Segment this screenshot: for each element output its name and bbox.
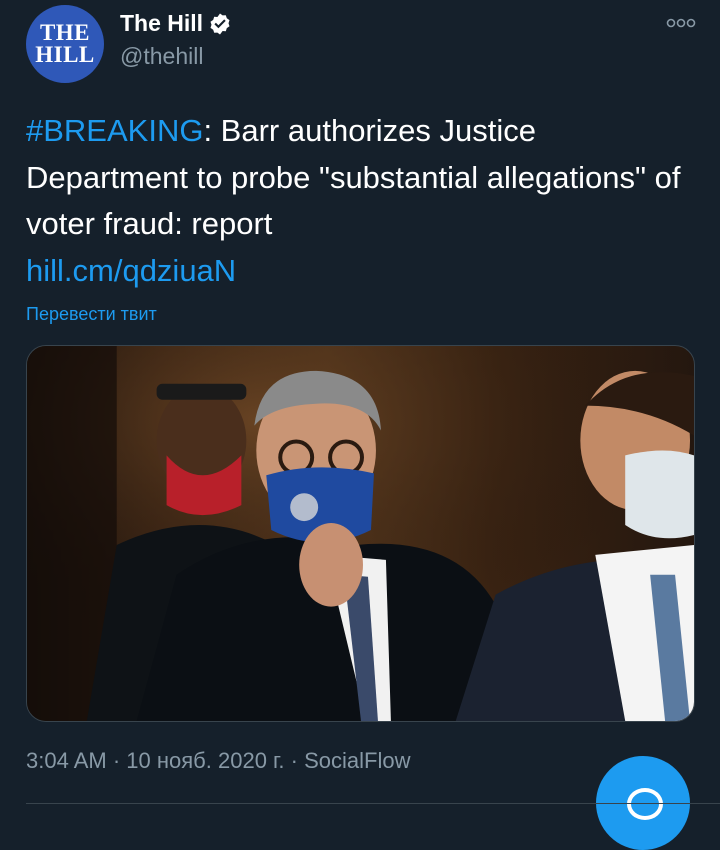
account-name-row[interactable]: The Hill bbox=[120, 10, 232, 37]
tweet-url-link[interactable]: hill.cm/qdziuaN bbox=[26, 253, 236, 288]
avatar-text-hill: HILL bbox=[35, 42, 95, 67]
tweet-text: #BREAKING: Barr authorizes Justice Depar… bbox=[26, 108, 686, 294]
tweet-time[interactable]: 3:04 AM bbox=[26, 748, 107, 773]
tweet-date[interactable]: 10 нояб. 2020 г. bbox=[126, 748, 284, 773]
more-dots-icon[interactable] bbox=[666, 16, 696, 30]
translate-tweet-link[interactable]: Перевести твит bbox=[26, 304, 157, 325]
tweet-photo[interactable] bbox=[26, 345, 695, 722]
verified-badge-icon bbox=[210, 13, 230, 34]
account-name[interactable]: The Hill bbox=[120, 10, 203, 37]
meta-separator: · bbox=[112, 748, 121, 773]
tweet-meta: 3:04 AM · 10 нояб. 2020 г. · SocialFlow bbox=[26, 748, 410, 774]
photo-illustration bbox=[27, 346, 694, 721]
account-handle[interactable]: @thehill bbox=[120, 43, 203, 70]
compose-fab-icon bbox=[627, 788, 663, 820]
avatar[interactable]: THE HILL bbox=[26, 5, 104, 83]
divider bbox=[26, 803, 720, 804]
tweet-source[interactable]: SocialFlow bbox=[304, 748, 410, 773]
meta-separator: · bbox=[290, 748, 298, 773]
avatar-text-the: THE bbox=[39, 20, 91, 46]
hashtag-link[interactable]: #BREAKING bbox=[26, 113, 203, 148]
